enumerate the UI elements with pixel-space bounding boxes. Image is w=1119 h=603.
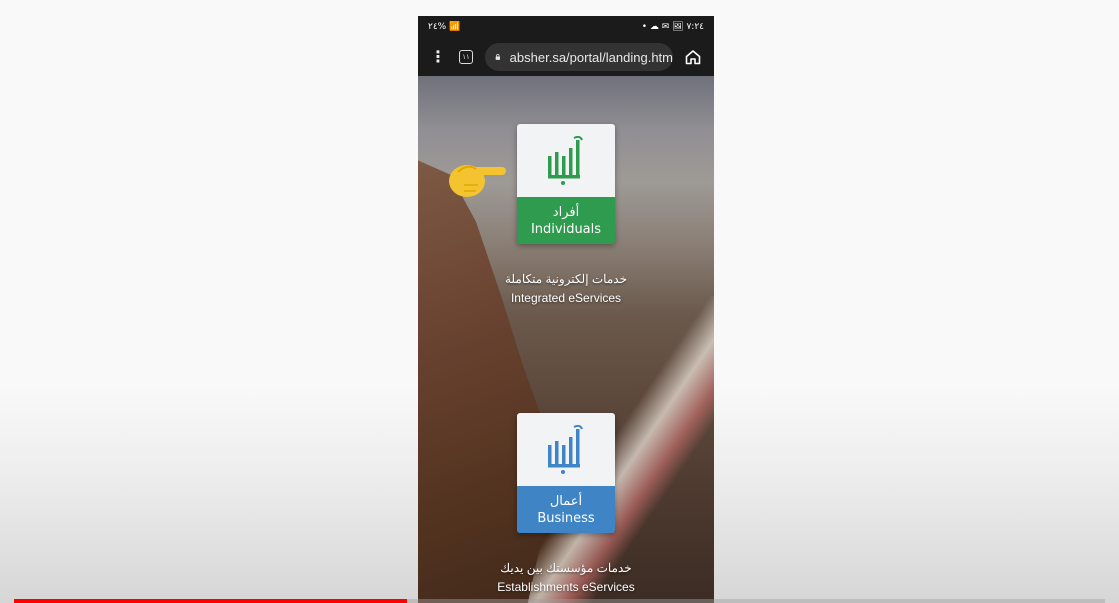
tabs-icon[interactable]: ١١ (459, 50, 473, 64)
business-caption: خدمات مؤسستك بين يديك Establishments eSe… (418, 559, 714, 597)
individuals-caption: خدمات إلكترونية متكاملة Integrated eServ… (418, 270, 714, 308)
address-bar[interactable]: absher.sa/portal/landing.htm (485, 43, 673, 71)
individuals-title-en: Individuals (530, 221, 602, 237)
status-left: ٢٤% 📶 (428, 22, 461, 32)
home-icon[interactable] (684, 48, 702, 66)
browser-toolbar: ⋮ ١١ absher.sa/portal/landing.htm (418, 38, 714, 76)
business-title-en: Business (537, 510, 595, 526)
absher-landing-page: أفراد Individuals خدمات إلكترونية متكامل… (418, 76, 714, 603)
more-options-icon[interactable]: ⋮ (428, 49, 448, 65)
status-bar: ٢٤% 📶 • ☁ ✉ 🖼 ٧:٢٤ (418, 16, 714, 38)
pointing-hand-icon (449, 165, 506, 197)
business-caption-ar: خدمات مؤسستك بين يديك (500, 561, 632, 575)
absher-logo-icon (548, 424, 583, 474)
individuals-label-area: أفراد Individuals (517, 197, 615, 244)
business-label-area: أعمال Business (517, 486, 615, 533)
phone-screen: ٢٤% 📶 • ☁ ✉ 🖼 ٧:٢٤ ⋮ ١١ absher.sa/portal… (418, 16, 714, 603)
individuals-caption-ar: خدمات إلكترونية متكاملة (505, 272, 627, 286)
business-tile[interactable]: أعمال Business (517, 413, 615, 533)
business-title-ar: أعمال (549, 493, 583, 509)
individuals-title-ar: أفراد (552, 204, 580, 220)
absher-logo-icon (548, 135, 583, 185)
individuals-caption-en: Integrated eServices (510, 291, 622, 305)
tab-count: ١١ (462, 53, 470, 61)
status-right: • ☁ ✉ 🖼 ٧:٢٤ (641, 22, 704, 32)
video-progress-fill (14, 599, 407, 603)
url-text: absher.sa/portal/landing.htm (509, 49, 673, 65)
lock-icon (495, 54, 500, 60)
business-caption-en: Establishments eServices (497, 580, 635, 594)
individuals-tile[interactable]: أفراد Individuals (517, 124, 615, 244)
video-progress-bar[interactable] (14, 599, 1105, 603)
